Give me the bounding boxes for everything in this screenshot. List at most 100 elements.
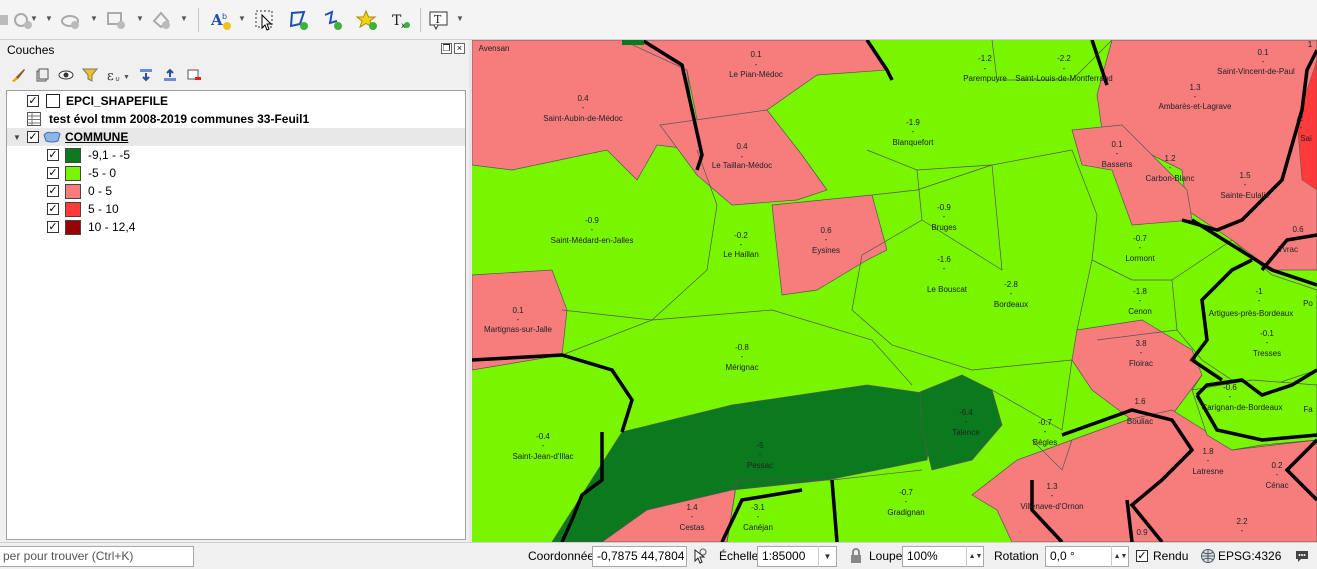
svg-text:-: - xyxy=(759,450,762,459)
render-checkbox[interactable]: ✓ xyxy=(1136,550,1148,562)
svg-text:-: - xyxy=(1139,406,1142,415)
legend-item[interactable]: ✓ -9,1 - -5 xyxy=(7,146,465,164)
visibility-button[interactable] xyxy=(56,65,76,85)
svg-text:-: - xyxy=(1244,180,1247,189)
annotation-button[interactable]: T xyxy=(424,6,454,34)
commune-value-label: 1.3 xyxy=(1046,482,1058,491)
digitize-rotate-button[interactable] xyxy=(146,6,176,34)
digitize-add-button[interactable] xyxy=(8,6,38,34)
collapse-all-button[interactable] xyxy=(160,65,180,85)
expand-all-icon xyxy=(140,69,152,82)
legend-checkbox[interactable]: ✓ xyxy=(47,221,59,233)
add-polygon-grey-icon xyxy=(14,13,32,29)
layer-visibility-checkbox[interactable]: ✓ xyxy=(27,131,39,143)
digitize-move-button[interactable] xyxy=(55,6,85,34)
chevron-down-icon[interactable]: ▼ xyxy=(818,546,836,567)
commune-value-label: 1.6 xyxy=(1134,397,1146,406)
legend-checkbox[interactable]: ✓ xyxy=(47,185,59,197)
commune-value-label: -2.2 xyxy=(1057,54,1071,63)
commune-value-label: 3.8 xyxy=(1135,339,1147,348)
add-line-button[interactable] xyxy=(318,6,348,34)
digitize-reshape-button[interactable] xyxy=(101,6,131,34)
spinner-arrows-icon[interactable]: ▲▼ xyxy=(966,546,984,567)
legend-swatch xyxy=(65,165,81,181)
spinner-arrows-icon[interactable]: ▲▼ xyxy=(1111,546,1129,567)
expression-filter-button[interactable]: ε ∪ ▼ xyxy=(104,65,132,85)
select-label-button[interactable] xyxy=(250,6,280,34)
label-tool-button[interactable]: Ab xyxy=(206,6,236,34)
svg-text:ε: ε xyxy=(107,69,114,83)
legend-checkbox[interactable]: ✓ xyxy=(47,149,59,161)
commune-value-label: -1.6 xyxy=(937,255,951,264)
commune-value-label: 1.3 xyxy=(1189,83,1201,92)
commune-value-label: -1 xyxy=(1255,287,1263,296)
commune-name-label: Le Pian-Médoc xyxy=(729,70,783,79)
legend-label: 0 - 5 xyxy=(88,184,113,198)
legend-item[interactable]: ✓ 0 - 5 xyxy=(7,182,465,200)
commune-name-label: Eysines xyxy=(812,246,840,255)
commune-name-label: Artigues-près-Bordeaux xyxy=(1209,309,1293,318)
filter-button[interactable] xyxy=(80,65,100,85)
layers-panel: Couches ❐ × ε ∪ ▼ ✓ EPCI_SHAPEFILE test … xyxy=(0,40,469,542)
legend-item[interactable]: ✓ -5 - 0 xyxy=(7,164,465,182)
commune-name-label: Villenave-d'Ornon xyxy=(1020,502,1083,511)
legend-checkbox[interactable]: ✓ xyxy=(47,203,59,215)
toolbar-separator xyxy=(198,8,199,32)
float-icon[interactable]: ❐ xyxy=(441,43,452,54)
add-group-button[interactable] xyxy=(32,65,52,85)
svg-text:-: - xyxy=(1229,392,1232,401)
toolbar-separator xyxy=(420,8,421,32)
svg-text:-: - xyxy=(1276,470,1279,479)
globe-icon[interactable] xyxy=(1200,548,1216,564)
magnifier-label: Loupe xyxy=(869,549,903,563)
commune-value-label: -0.4 xyxy=(536,432,550,441)
lock-icon[interactable] xyxy=(849,548,863,564)
style-brush-button[interactable] xyxy=(8,65,28,85)
map-canvas[interactable]: Avensan 0.1 - Le Pian-Médoc -1.2 - Parem… xyxy=(472,40,1317,542)
commune-value-label: -0.6 xyxy=(1223,383,1237,392)
svg-text:▼: ▼ xyxy=(123,74,130,81)
layer-row-table[interactable]: test évol tmm 2008-2019 communes 33-Feui… xyxy=(7,110,465,128)
layer-row-epci[interactable]: ✓ EPCI_SHAPEFILE xyxy=(7,92,465,110)
add-text-button[interactable]: Tx xyxy=(386,6,416,34)
svg-text:-: - xyxy=(691,512,694,521)
remove-layer-button[interactable] xyxy=(184,65,204,85)
expand-all-button[interactable] xyxy=(136,65,156,85)
svg-text:∪: ∪ xyxy=(115,75,120,83)
commune-value-label: -0.7 xyxy=(1038,418,1052,427)
legend-label: 5 - 10 xyxy=(88,202,119,216)
close-icon[interactable]: × xyxy=(454,43,465,54)
locator-search-input[interactable]: per pour trouver (Ctrl+K) xyxy=(0,546,194,567)
add-polygon-button[interactable] xyxy=(284,6,314,34)
mouse-extent-icon[interactable] xyxy=(691,548,707,564)
panel-toolbar: ε ∪ ▼ xyxy=(8,64,204,86)
commune-name-label: Avensan xyxy=(479,44,510,53)
legend-checkbox[interactable]: ✓ xyxy=(47,167,59,179)
crs-label[interactable]: EPSG:4326 xyxy=(1218,549,1281,563)
layer-label: COMMUNE xyxy=(65,130,129,144)
commune-value-label: -5 xyxy=(756,441,764,450)
commune-name-label: Floirac xyxy=(1129,359,1153,368)
commune-shape[interactable] xyxy=(622,40,644,45)
layer-row-commune[interactable]: ▼ ✓ COMMUNE xyxy=(7,128,465,146)
add-point-button[interactable] xyxy=(352,6,382,34)
commune-value-label: -1.9 xyxy=(906,118,920,127)
legend-item[interactable]: ✓ 5 - 10 xyxy=(7,200,465,218)
status-bar: per pour trouver (Ctrl+K) Coordonnée -0,… xyxy=(0,542,1317,569)
layer-visibility-checkbox[interactable]: ✓ xyxy=(27,95,39,107)
commune-name-label: Carbon-Blanc xyxy=(1146,174,1195,183)
svg-text:-: - xyxy=(1139,296,1142,305)
commune-value-label: -0.9 xyxy=(585,216,599,225)
svg-text:-: - xyxy=(984,64,987,73)
commune-value-label: -0.8 xyxy=(735,343,749,352)
commune-name-label: Bruges xyxy=(931,223,956,232)
commune-name-label: Sai xyxy=(1300,134,1312,143)
coordinate-field[interactable]: -0,7875 44,7804 xyxy=(592,546,687,567)
legend-item[interactable]: ✓ 10 - 12,4 xyxy=(7,218,465,236)
messages-icon[interactable] xyxy=(1294,548,1310,564)
commune-name-label: Carignan-de-Bordeaux xyxy=(1202,403,1283,412)
chevron-down-icon[interactable]: ▼ xyxy=(7,133,27,142)
commune-value-label: 0.4 xyxy=(577,94,589,103)
cursor-select-icon xyxy=(255,10,273,31)
svg-text:-: - xyxy=(1051,491,1054,500)
